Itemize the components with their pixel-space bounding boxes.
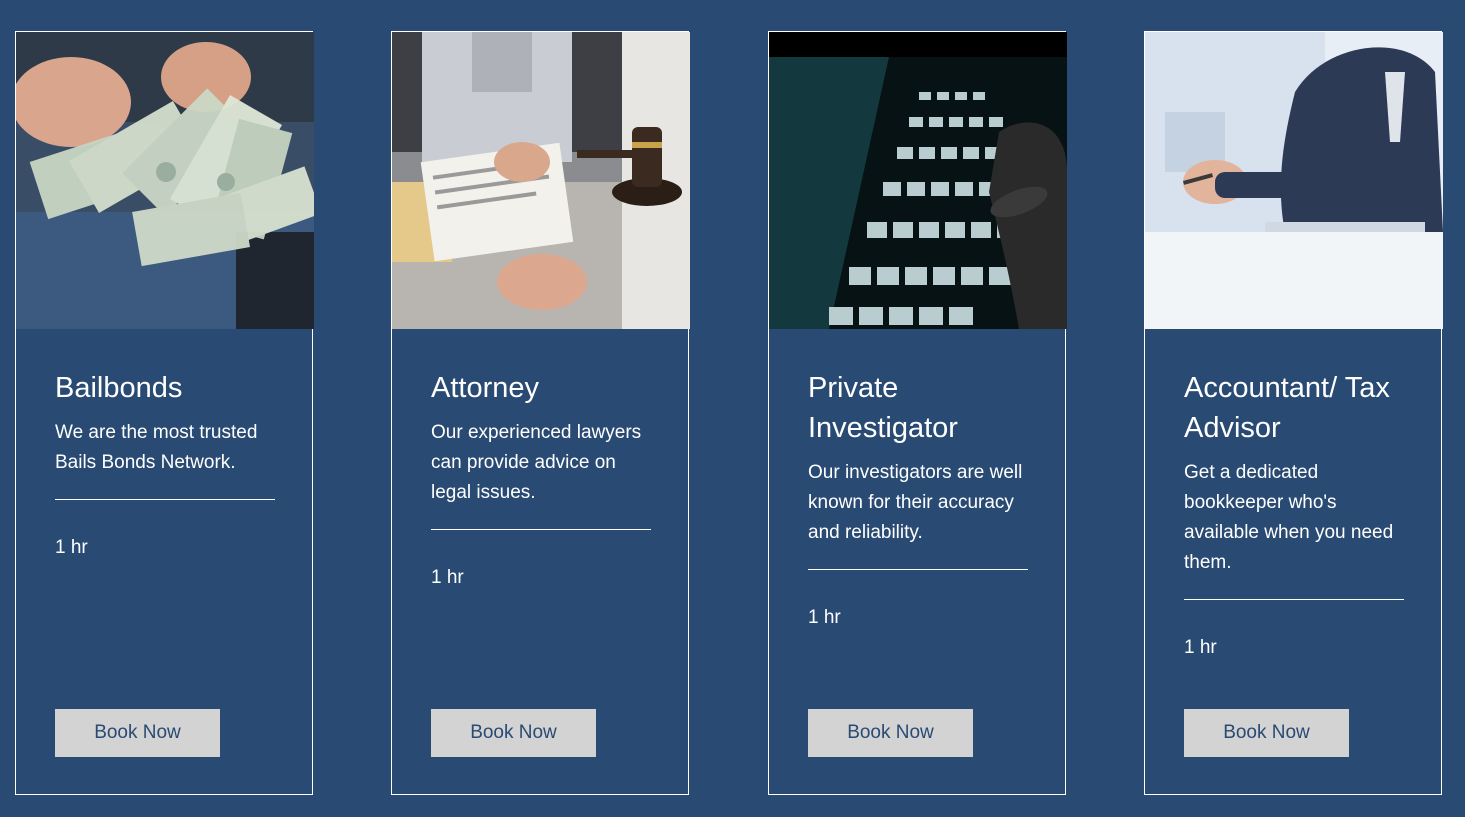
keyboard-photo-icon <box>769 32 1067 329</box>
card-body: Attorney Our experienced lawyers can pro… <box>431 368 653 593</box>
card-title: Private Investigator <box>808 372 958 444</box>
card-body: Bailbonds We are the most trusted Bails … <box>55 368 277 563</box>
card-body: Private Investigator Our investigators a… <box>808 368 1030 633</box>
duration-label: 1 hr <box>1184 637 1217 658</box>
service-card-accountant-tax-advisor: Accountant/ Tax Advisor Get a dedicated … <box>1144 31 1443 795</box>
divider <box>431 529 651 530</box>
duration-label: 1 hr <box>431 567 464 588</box>
card-description: Our investigators are well known for the… <box>808 462 1023 543</box>
card-description: Our experienced lawyers can provide advi… <box>431 422 642 503</box>
book-now-button[interactable]: Book Now <box>431 709 596 757</box>
card-title: Attorney <box>431 372 539 404</box>
service-card-private-investigator: Private Investigator Our investigators a… <box>768 31 1067 795</box>
card-title: Accountant/ Tax Advisor <box>1184 372 1390 444</box>
gavel-photo-icon <box>392 32 690 329</box>
divider <box>1184 599 1404 600</box>
book-now-button[interactable]: Book Now <box>55 709 220 757</box>
divider <box>808 569 1028 570</box>
duration-label: 1 hr <box>808 607 841 628</box>
service-card-bailbonds: Bailbonds We are the most trusted Bails … <box>15 31 314 795</box>
service-card-attorney: Attorney Our experienced lawyers can pro… <box>391 31 690 795</box>
businessman-photo-icon <box>1145 32 1443 329</box>
card-body: Accountant/ Tax Advisor Get a dedicated … <box>1184 368 1406 663</box>
card-description: We are the most trusted Bails Bonds Netw… <box>55 422 258 473</box>
divider <box>55 499 275 500</box>
card-title: Bailbonds <box>55 372 183 404</box>
duration-label: 1 hr <box>55 537 88 558</box>
money-photo-icon <box>16 32 314 329</box>
card-description: Get a dedicated bookkeeper who's availab… <box>1184 462 1394 573</box>
book-now-button[interactable]: Book Now <box>1184 709 1349 757</box>
book-now-button[interactable]: Book Now <box>808 709 973 757</box>
